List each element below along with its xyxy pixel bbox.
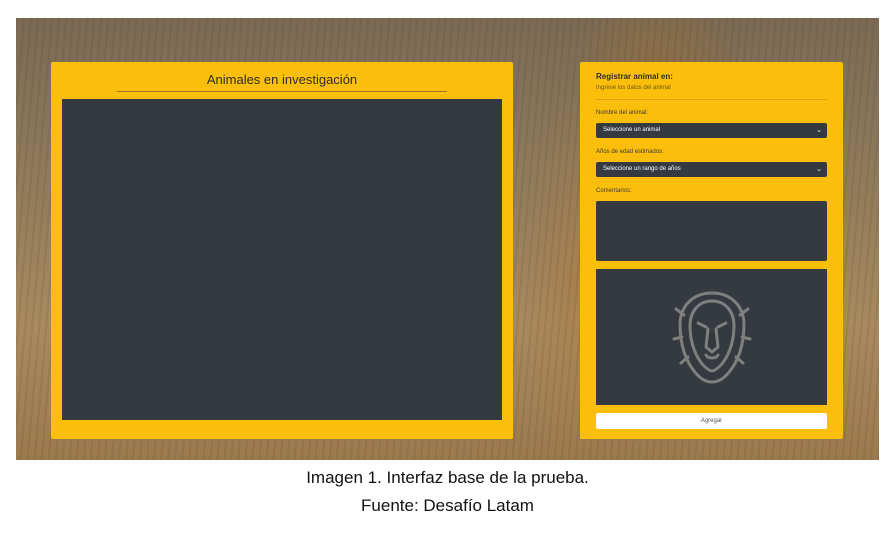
animal-select[interactable]: Seleccione un animal ⌄ [596,123,827,138]
register-form: Registrar animal en: Ingrese los datos d… [580,62,843,439]
lion-icon [672,291,752,384]
animal-preview [596,269,827,405]
title-divider [117,91,447,92]
animals-panel-title: Animales en investigación [206,72,358,87]
add-button[interactable]: Agregar [596,413,827,429]
animals-panel: Animales en investigación [51,62,513,439]
form-divider [596,99,827,100]
age-select[interactable]: Seleccione un rango de años ⌄ [596,162,827,177]
background-photo: Animales en investigación Registrar anim… [16,18,879,460]
animal-select-value: Seleccione un animal [603,127,661,133]
form-title: Registrar animal en: [596,72,673,81]
comments-textarea[interactable] [596,201,827,261]
figure-caption: Imagen 1. Interfaz base de la prueba. [306,468,589,487]
age-label: Años de edad estimados: [596,149,664,155]
age-select-value: Seleccione un rango de años [603,166,681,172]
chevron-down-icon: ⌄ [816,127,822,134]
chevron-down-icon: ⌄ [816,166,822,173]
comments-label: Comentarios: [596,188,632,194]
form-subtitle: Ingrese los datos del animal [596,85,671,91]
figure-source: Fuente: Desafío Latam [361,496,534,515]
animals-board [62,99,502,420]
animal-name-label: Nombre del animal: [596,110,649,116]
